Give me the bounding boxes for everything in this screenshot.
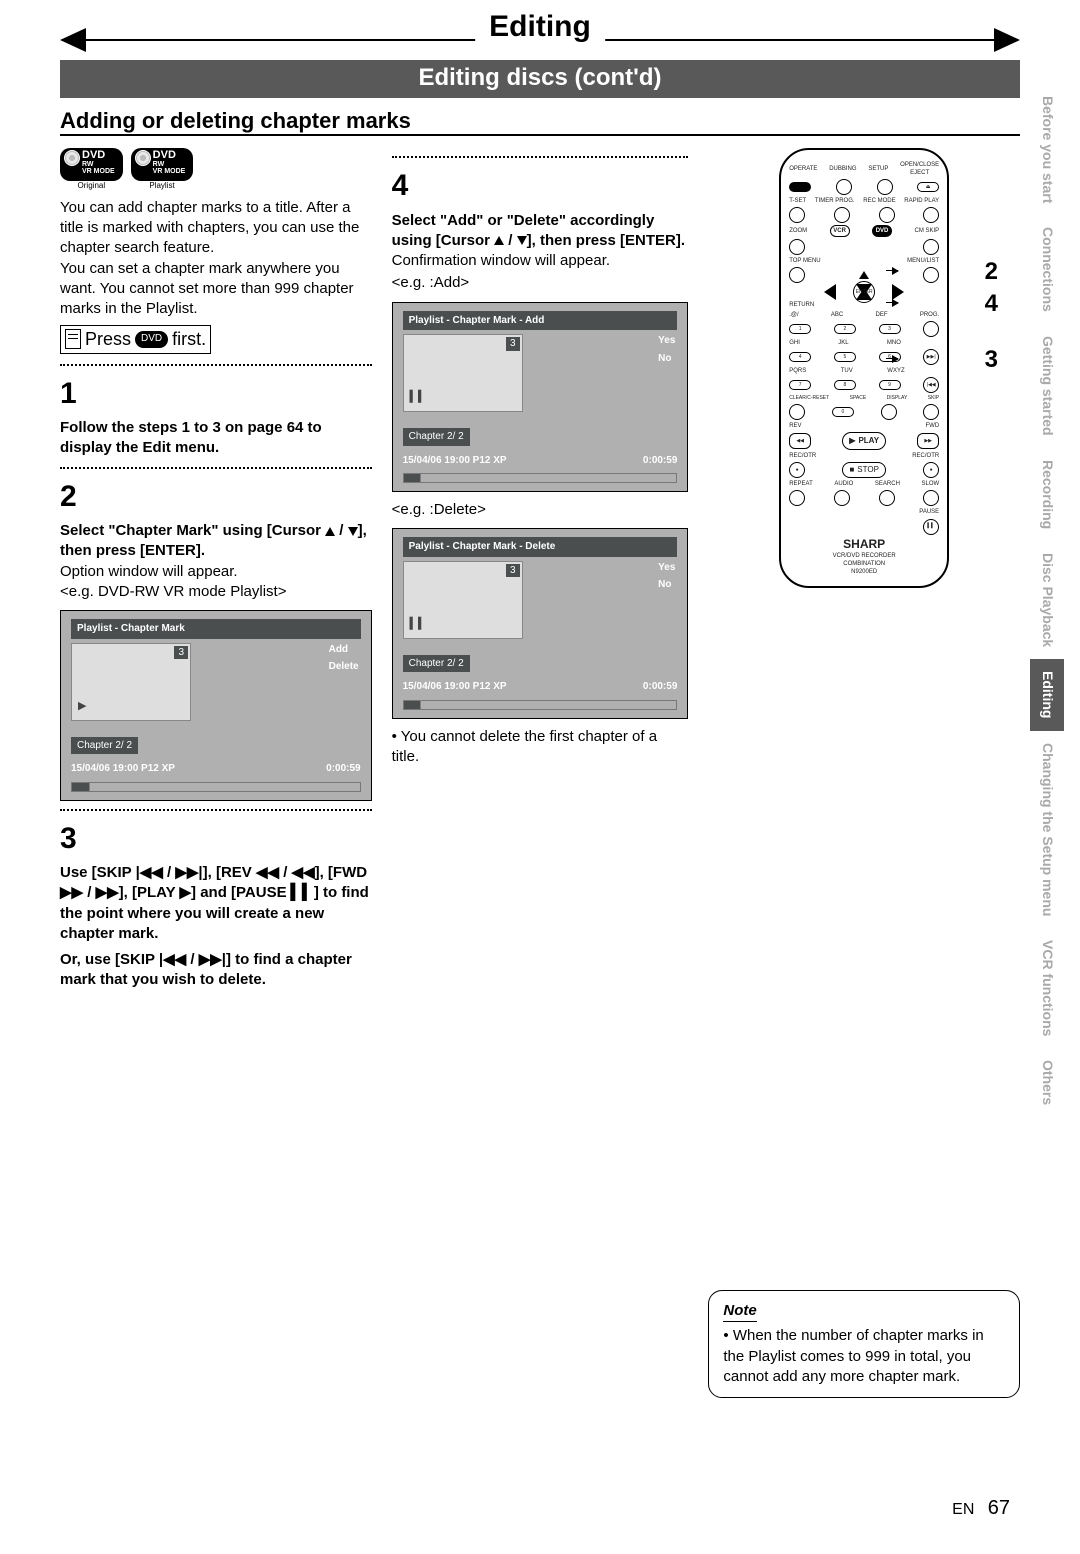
step-1-number: 1: [60, 374, 372, 415]
remote-dpad: ENTER: [824, 288, 904, 296]
step-2-title: Select "Chapter Mark" using [Cursor / ],…: [60, 521, 372, 562]
remote-control: OPERATE DUBBING SETUP OPEN/CLOSEEJECT ⏏ …: [779, 148, 949, 588]
intro-text-1: You can add chapter marks to a title. Af…: [60, 198, 372, 259]
remote-model: VCR/DVD RECORDER COMBINATION N9200ED: [833, 552, 896, 576]
tab-getting-started: Getting started: [1030, 324, 1064, 448]
remote-skip-prev-btn: |◀◀: [923, 377, 939, 393]
remote-eject-btn: ⏏: [917, 182, 939, 192]
dvd-badge-playlist: DVD RW VR MODE Playlist: [131, 148, 194, 192]
tab-before-you-start: Before you start: [1030, 84, 1064, 215]
osd-option-delete: Delete: [329, 660, 359, 674]
step-4-desc: Confirmation window will appear.: [392, 251, 689, 271]
remote-operate-btn: [789, 182, 811, 192]
tab-editing: Editing: [1030, 659, 1064, 730]
step-1-text: Follow the steps 1 to 3 on page 64 to di…: [60, 418, 372, 459]
osd-chapter-add: Playlist - Chapter Mark - Add 3 ▍▍ Yes N…: [392, 302, 689, 493]
section-title: Adding or deleting chapter marks: [60, 108, 1020, 136]
column-left: DVD RW VR MODE Original DVD RW VR MODE P…: [60, 148, 372, 1398]
step-3-text-a: Use [SKIP |◀◀ / ▶▶|], [REV ◀◀ / ◀◀], [FW…: [60, 863, 372, 944]
callout-3: 3: [985, 344, 998, 376]
cursor-down-icon: [348, 527, 358, 536]
column-right: OPERATE DUBBING SETUP OPEN/CLOSEEJECT ⏏ …: [708, 148, 1020, 1398]
chapter-banner: Editing: [60, 28, 1020, 52]
osd-option-no: No: [658, 352, 675, 366]
remote-setup-btn: [877, 179, 893, 195]
remote-dvd-btn: DVD: [872, 225, 892, 237]
tab-others: Others: [1030, 1048, 1064, 1117]
delete-example-label: <e.g. :Delete>: [392, 500, 689, 520]
intro-text-2: You can set a chapter mark anywhere you …: [60, 259, 372, 320]
remote-rec-dvd-btn: ●: [923, 462, 939, 478]
step-2-desc: Option window will appear.: [60, 562, 372, 582]
callout-4: 4: [985, 288, 998, 320]
dvd-pill-icon: DVD: [135, 331, 168, 348]
remote-brand: SHARP: [843, 536, 885, 552]
pause-state-icon: ▍▍: [410, 617, 427, 632]
tab-disc-playback: Disc Playback: [1030, 541, 1064, 659]
note-heading: Note: [723, 1301, 756, 1322]
remote-rec-vcr-btn: ●: [789, 462, 805, 478]
osd-option-yes: Yes: [658, 561, 675, 575]
osd-chapter-delete: Palylist - Chapter Mark - Delete 3 ▍▍ Ye…: [392, 528, 689, 719]
note-icon: [65, 329, 81, 349]
step-2-example-label: <e.g. DVD-RW VR mode Playlist>: [60, 582, 372, 602]
osd-option-yes: Yes: [658, 334, 675, 348]
step-3-number: 3: [60, 819, 372, 860]
cursor-up-icon: [494, 236, 504, 245]
step-4-title: Select "Add" or "Delete" accordingly usi…: [392, 211, 689, 252]
osd-option-no: No: [658, 578, 675, 592]
remote-pause-btn: ▍▍: [923, 519, 939, 535]
cursor-down-icon: [517, 236, 527, 245]
cursor-up-icon: [325, 527, 335, 536]
note-text: When the number of chapter marks in the …: [723, 1326, 1005, 1387]
add-example-label: <e.g. :Add>: [392, 273, 689, 293]
section-banner: Editing discs (cont'd): [60, 60, 1020, 98]
step-2-number: 2: [60, 477, 372, 518]
remote-play-btn: ▶ PLAY: [842, 432, 886, 450]
tab-connections: Connections: [1030, 215, 1064, 324]
remote-stop-btn: ■ STOP: [842, 462, 886, 478]
tab-changing-setup-menu: Changing the Setup menu: [1030, 731, 1064, 928]
page-footer: EN 67: [952, 1497, 1010, 1520]
remote-enter-btn: ENTER: [853, 281, 875, 303]
step-4-note: You cannot delete the first chapter of a…: [392, 727, 689, 768]
step-4-number: 4: [392, 166, 689, 207]
column-middle: 4 Select "Add" or "Delete" accordingly u…: [392, 148, 689, 1398]
step-3-text-b: Or, use [SKIP |◀◀ / ▶▶|] to find a chapt…: [60, 950, 372, 991]
osd-option-add: Add: [329, 643, 359, 657]
remote-dubbing-btn: [836, 179, 852, 195]
dvd-badge-original: DVD RW VR MODE Original: [60, 148, 123, 192]
press-dvd-first: Press DVD first.: [60, 325, 211, 353]
remote-vcr-btn: VCR: [830, 225, 850, 237]
note-box: Note When the number of chapter marks in…: [708, 1290, 1020, 1398]
tab-vcr-functions: VCR functions: [1030, 928, 1064, 1048]
tab-recording: Recording: [1030, 448, 1064, 541]
chapter-title: Editing: [475, 10, 605, 44]
callout-2: 2: [985, 256, 998, 288]
play-state-icon: ▶: [78, 699, 86, 714]
osd-chapter-mark: Playlist - Chapter Mark 3 ▶ Add Delete C…: [60, 610, 372, 801]
remote-fwd-btn: ▶▶: [917, 433, 939, 449]
section-tabs: Before you start Connections Getting sta…: [1030, 84, 1064, 1118]
remote-rev-btn: ◀◀: [789, 433, 811, 449]
pause-state-icon: ▍▍: [410, 390, 427, 405]
